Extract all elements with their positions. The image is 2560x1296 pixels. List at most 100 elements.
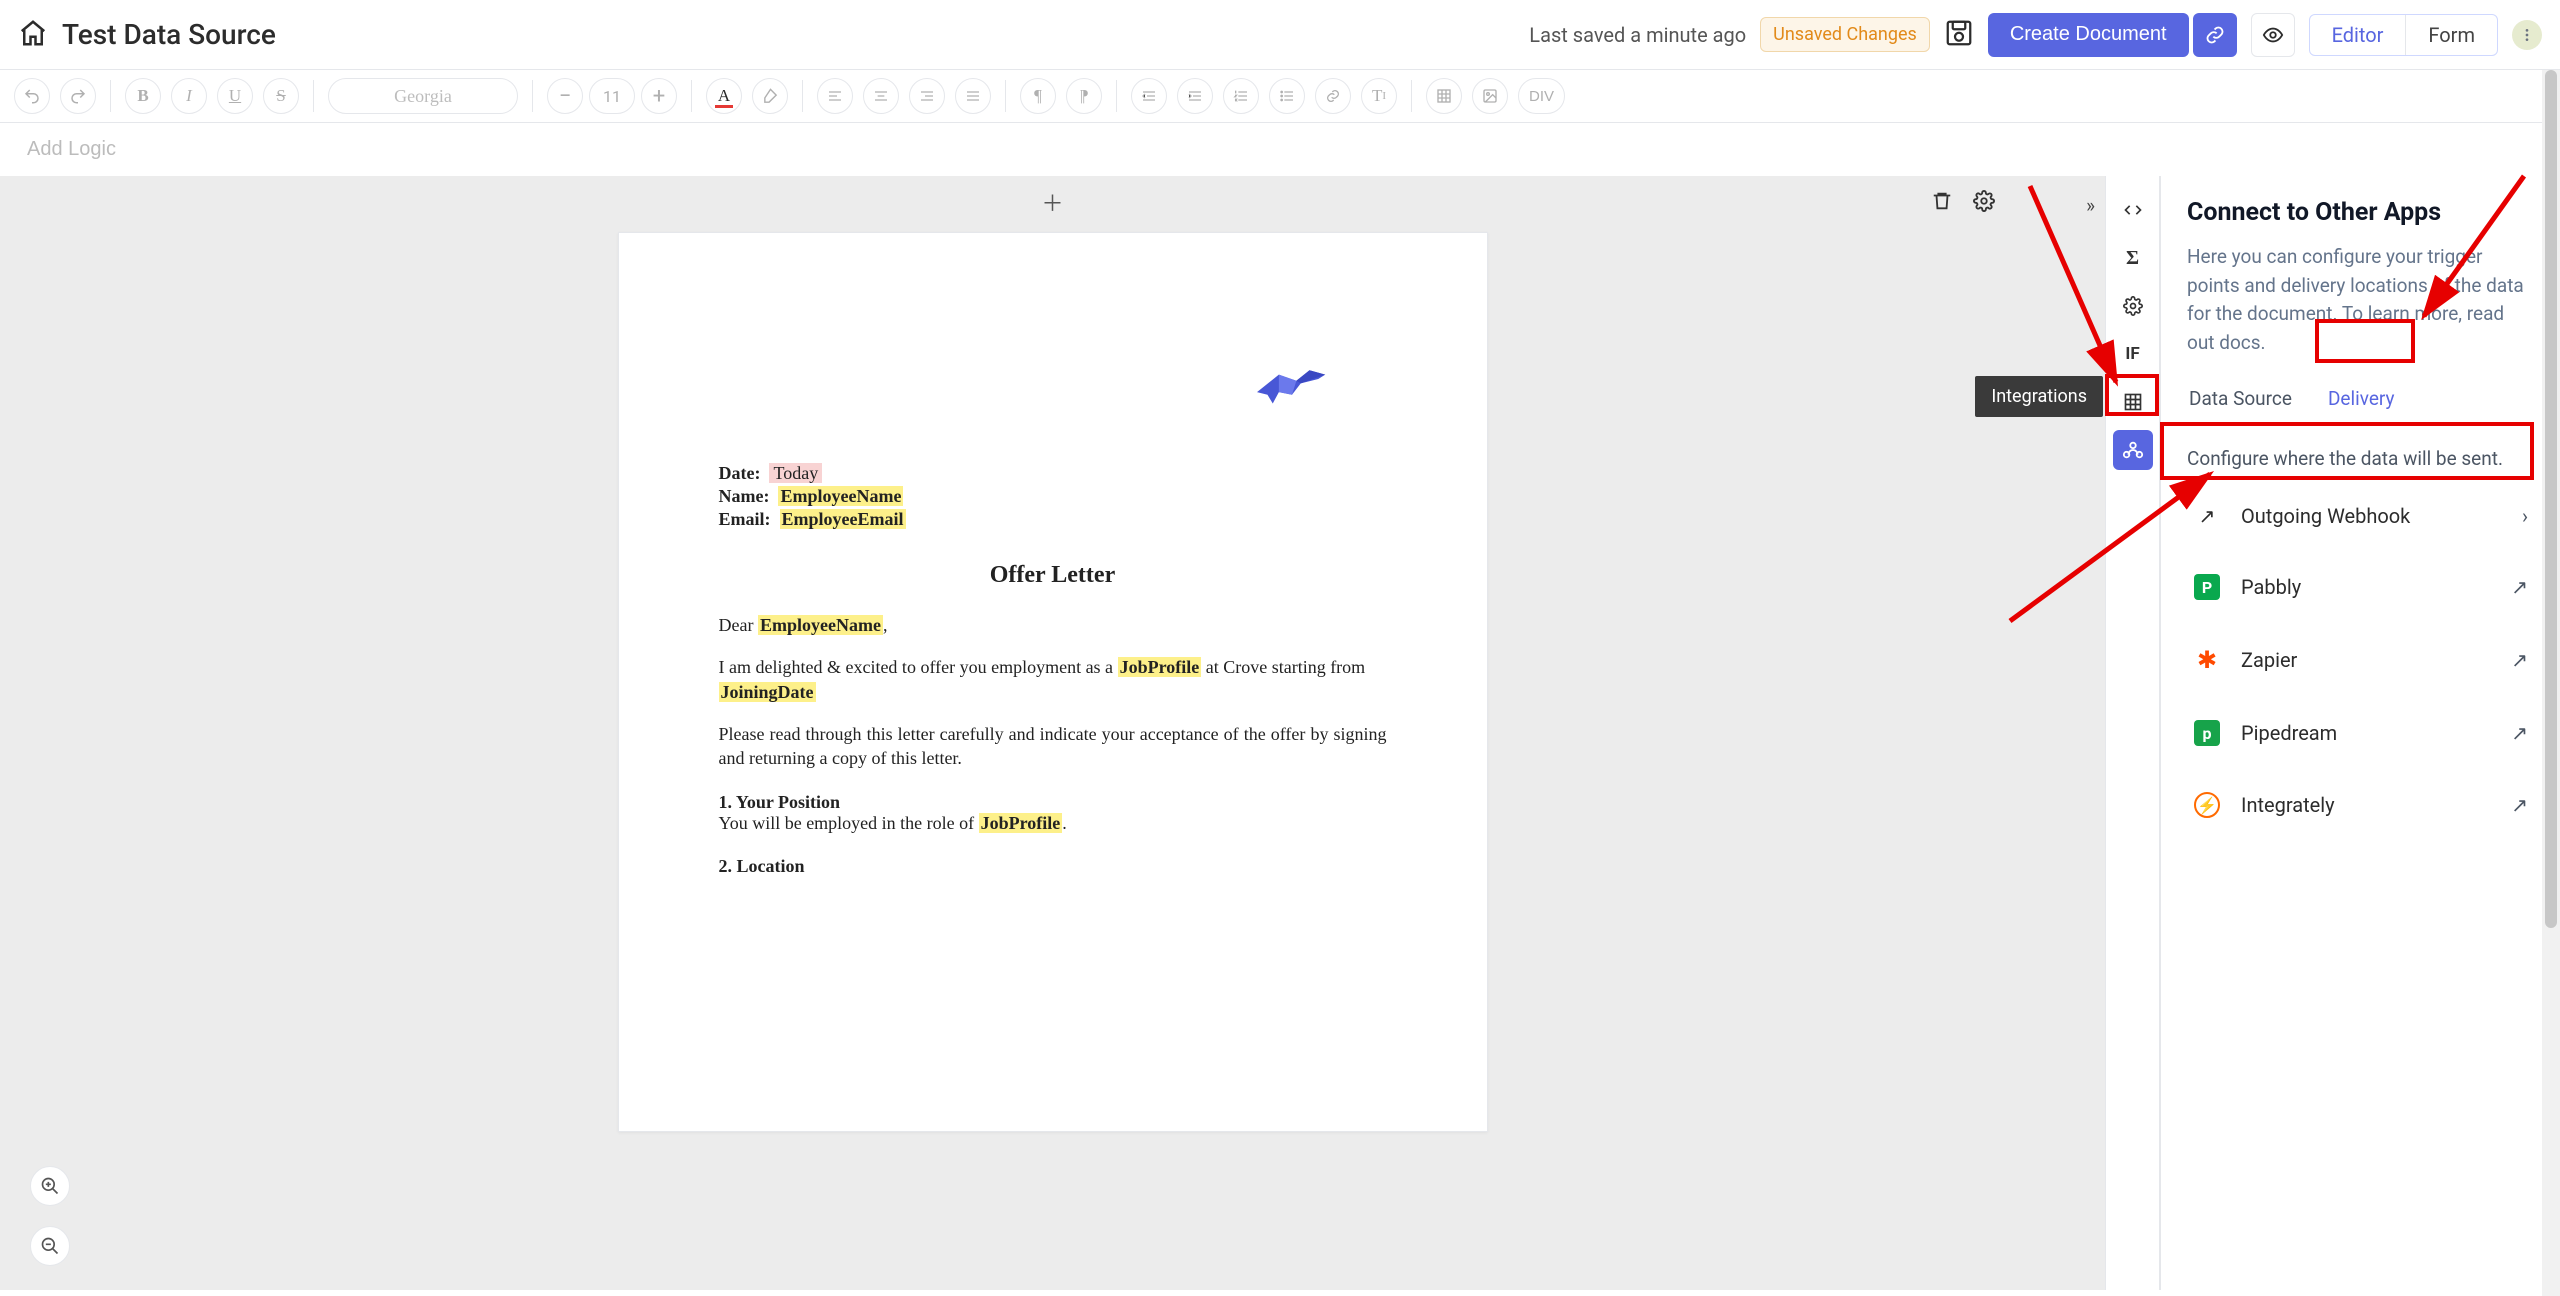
segmented-editor[interactable]: Editor	[2310, 15, 2407, 55]
arrow-out-icon: ↗	[2193, 504, 2221, 528]
zoom-out-button[interactable]	[30, 1226, 70, 1266]
ltr-button[interactable]: ¶	[1020, 78, 1056, 114]
zoom-in-button[interactable]	[30, 1166, 70, 1206]
integration-zapier[interactable]: ✱ Zapier ↗	[2187, 632, 2534, 688]
var-job-profile[interactable]: JobProfile	[1118, 657, 1202, 677]
external-link-icon: ↗	[2511, 648, 2528, 672]
doc-para-1: I am delighted & excited to offer you em…	[719, 655, 1387, 704]
image-button[interactable]	[1472, 78, 1508, 114]
logic-toolbar: Add Logic	[0, 123, 2560, 176]
main-area: ＋ » Date: Today Name: EmployeeName Email…	[0, 176, 2560, 1290]
doc-heading-2: 2. Location	[719, 856, 1387, 877]
bold-button[interactable]: B	[125, 78, 161, 114]
panel-title: Connect to Other Apps	[2187, 198, 2534, 227]
top-bar: Test Data Source Last saved a minute ago…	[0, 0, 2560, 70]
add-logic-button[interactable]: Add Logic	[14, 129, 129, 170]
align-center-button[interactable]	[863, 78, 899, 114]
top-bar-left: Test Data Source	[18, 18, 276, 52]
panel-tabs: Data Source Delivery	[2187, 383, 2534, 425]
chevron-right-icon: ›	[2522, 504, 2528, 528]
strikethrough-button[interactable]: S	[263, 78, 299, 114]
home-icon[interactable]	[18, 18, 48, 52]
save-icon[interactable]	[1944, 18, 1974, 52]
ordered-list-button[interactable]	[1223, 78, 1259, 114]
indent-decrease-button[interactable]	[1131, 78, 1167, 114]
more-menu-button[interactable]	[2512, 20, 2542, 50]
link-button[interactable]	[1315, 78, 1351, 114]
pipedream-icon: p	[2193, 720, 2221, 746]
unordered-list-button[interactable]	[1269, 78, 1305, 114]
doc-name-line: Name: EmployeeName	[719, 486, 1387, 507]
create-document-button[interactable]: Create Document	[1988, 13, 2189, 57]
document-page[interactable]: Date: Today Name: EmployeeName Email: Em…	[618, 232, 1488, 1132]
var-employee-email[interactable]: EmployeeEmail	[780, 509, 906, 529]
add-page-button[interactable]: ＋	[1041, 186, 1063, 232]
integration-integrately[interactable]: ⚡ Integrately ↗	[2187, 778, 2534, 832]
div-block-button[interactable]: DIV	[1518, 78, 1565, 114]
external-link-icon: ↗	[2511, 793, 2528, 817]
doc-heading-1: 1. Your Position	[719, 792, 1387, 813]
rail-sigma-icon[interactable]: Σ	[2113, 238, 2153, 278]
doc-date-line: Date: Today	[719, 463, 1387, 484]
table-button[interactable]	[1426, 78, 1462, 114]
configure-text: Configure where the data will be sent.	[2187, 447, 2534, 470]
external-link-icon: ↗	[2511, 575, 2528, 599]
undo-button[interactable]	[14, 78, 50, 114]
delete-icon[interactable]	[1931, 190, 1953, 216]
pabbly-icon: P	[2193, 574, 2221, 600]
var-joining-date[interactable]: JoiningDate	[719, 682, 816, 702]
doc-para-2: Please read through this letter carefull…	[719, 722, 1387, 771]
align-right-button[interactable]	[909, 78, 945, 114]
var-employee-name-2[interactable]: EmployeeName	[758, 615, 883, 635]
underline-button[interactable]: U	[217, 78, 253, 114]
font-size-increase[interactable]: +	[641, 78, 677, 114]
var-today[interactable]: Today	[769, 463, 822, 483]
var-employee-name[interactable]: EmployeeName	[778, 486, 903, 506]
rail-if-icon[interactable]: IF	[2113, 334, 2153, 374]
rtl-button[interactable]: ¶	[1066, 78, 1102, 114]
canvas-wrap: ＋ » Date: Today Name: EmployeeName Email…	[0, 176, 2105, 1290]
last-saved-text: Last saved a minute ago	[1529, 23, 1746, 47]
highlight-color-button[interactable]	[752, 78, 788, 114]
canvas-actions: ＋ »	[0, 186, 2105, 232]
rail-settings-icon[interactable]	[2113, 286, 2153, 326]
tab-delivery[interactable]: Delivery	[2326, 383, 2397, 424]
share-link-button[interactable]	[2193, 13, 2237, 57]
canvas-action-icons	[1931, 190, 1995, 216]
indent-increase-button[interactable]	[1177, 78, 1213, 114]
font-size-display[interactable]: 11	[589, 78, 635, 114]
font-family-select[interactable]: Georgia	[328, 78, 518, 114]
document-title[interactable]: Test Data Source	[62, 18, 276, 51]
separator	[532, 80, 533, 112]
tab-data-source[interactable]: Data Source	[2187, 383, 2294, 424]
separator	[110, 80, 111, 112]
align-left-button[interactable]	[817, 78, 853, 114]
align-justify-button[interactable]	[955, 78, 991, 114]
create-document-group: Create Document	[1988, 13, 2237, 57]
page-scrollbar[interactable]	[2542, 70, 2560, 1296]
text-style-button[interactable]: TI	[1361, 78, 1397, 114]
collapse-panel-button[interactable]: »	[2086, 194, 2091, 217]
font-size-decrease[interactable]: −	[547, 78, 583, 114]
separator	[802, 80, 803, 112]
text-color-button[interactable]: A	[706, 78, 742, 114]
italic-button[interactable]: I	[171, 78, 207, 114]
var-job-profile-2[interactable]: JobProfile	[979, 813, 1063, 833]
segmented-form[interactable]: Form	[2406, 15, 2497, 55]
rail-table-icon[interactable]	[2113, 382, 2153, 422]
rail-integrations-icon[interactable]	[2113, 430, 2153, 470]
doc-title: Offer Letter	[719, 562, 1387, 589]
redo-button[interactable]	[60, 78, 96, 114]
unsaved-changes-badge: Unsaved Changes	[1760, 17, 1930, 52]
integration-outgoing-webhook[interactable]: ↗ Outgoing Webhook ›	[2187, 490, 2534, 542]
integration-pipedream[interactable]: p Pipedream ↗	[2187, 706, 2534, 760]
zoom-controls	[30, 1166, 70, 1266]
separator	[1116, 80, 1117, 112]
preview-button[interactable]	[2251, 13, 2295, 57]
separator	[1005, 80, 1006, 112]
rail-code-icon[interactable]	[2113, 190, 2153, 230]
page-settings-icon[interactable]	[1973, 190, 1995, 216]
view-mode-segmented: Editor Form	[2309, 14, 2498, 56]
integrations-list: ↗ Outgoing Webhook › P Pabbly ↗ ✱ Zapier…	[2187, 490, 2534, 832]
integration-pabbly[interactable]: P Pabbly ↗	[2187, 560, 2534, 614]
